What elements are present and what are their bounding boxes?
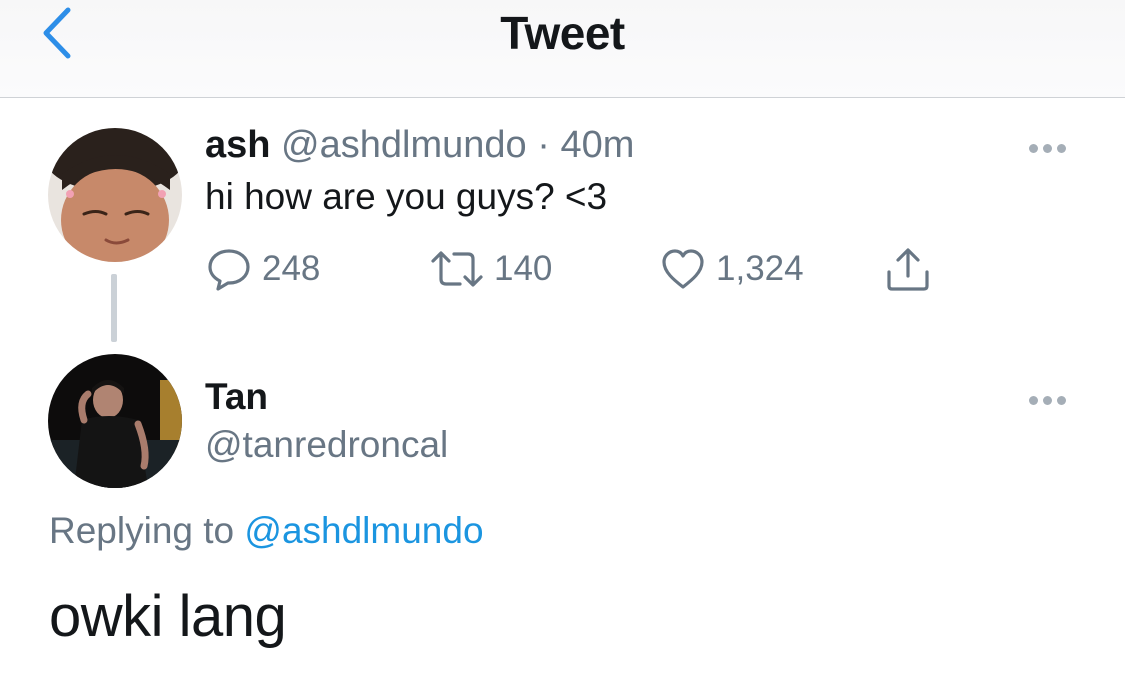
share-button[interactable] bbox=[884, 247, 932, 291]
like-button[interactable]: 1,324 bbox=[660, 247, 804, 291]
meta-separator: · bbox=[537, 124, 550, 166]
top-navigation-bar: Tweet bbox=[0, 0, 1125, 98]
more-horizontal-icon bbox=[1029, 144, 1038, 153]
author-name[interactable]: Tan bbox=[205, 376, 268, 418]
author-name[interactable]: ash bbox=[205, 124, 270, 166]
page-title: Tweet bbox=[500, 7, 625, 59]
author-handle[interactable]: @ashdlmundo bbox=[281, 124, 527, 166]
replying-to-mention[interactable]: @ashdlmundo bbox=[244, 510, 483, 551]
reply-count: 248 bbox=[262, 249, 321, 288]
retweet-count: 140 bbox=[494, 249, 553, 288]
author-handle[interactable]: @tanredroncal bbox=[205, 424, 448, 466]
replying-to-label: Replying to bbox=[49, 510, 235, 551]
heart-icon bbox=[660, 247, 706, 291]
retweet-button[interactable]: 140 bbox=[430, 247, 552, 291]
like-count: 1,324 bbox=[716, 249, 804, 288]
replying-to-line: Replying to @ashdlmundo bbox=[49, 510, 484, 552]
avatar[interactable] bbox=[48, 128, 182, 262]
thread-connector-line bbox=[111, 274, 117, 342]
tweet-more-button[interactable] bbox=[1029, 140, 1073, 154]
tweet-text: hi how are you guys? <3 bbox=[205, 176, 608, 217]
reply-button[interactable]: 248 bbox=[206, 247, 320, 291]
comment-icon bbox=[206, 247, 252, 291]
more-horizontal-icon bbox=[1029, 396, 1038, 405]
reply-text: owki lang bbox=[49, 584, 287, 649]
retweet-icon bbox=[430, 247, 484, 291]
reply-more-button[interactable] bbox=[1029, 392, 1073, 406]
tweet-timestamp: 40m bbox=[560, 124, 635, 166]
share-icon bbox=[884, 246, 932, 292]
avatar[interactable] bbox=[48, 354, 182, 488]
tweet-header: ash @ashdlmundo · 40m bbox=[205, 124, 634, 167]
